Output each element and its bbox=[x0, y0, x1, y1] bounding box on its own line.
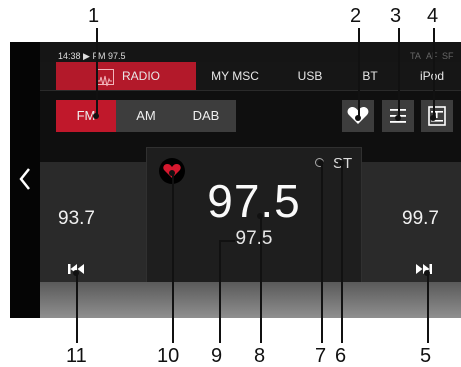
leader-dot-7 bbox=[318, 160, 324, 166]
status-flag-af: AF bbox=[426, 51, 438, 61]
band-am-button[interactable]: AM bbox=[116, 100, 176, 132]
status-flag-sf: SF bbox=[442, 51, 454, 61]
left-rail bbox=[10, 42, 40, 318]
callout-11: 11 bbox=[66, 345, 87, 367]
next-station-frequency: 99.7 bbox=[402, 208, 439, 229]
chevron-left-icon[interactable] bbox=[16, 166, 34, 192]
leader-dot-5 bbox=[424, 270, 430, 276]
leader-dot-3 bbox=[395, 115, 401, 121]
radio-screen: 14:38 ▶ FM 97.5 TA AF SF RADIO MY MSC US… bbox=[10, 42, 461, 318]
leader-line-9-h bbox=[219, 240, 235, 242]
radio-text-button[interactable] bbox=[421, 100, 453, 132]
rds-station-text: 97.5 bbox=[235, 228, 273, 249]
callout-2: 2 bbox=[350, 5, 362, 27]
text-info-icon bbox=[428, 106, 446, 126]
callout-8: 8 bbox=[254, 345, 266, 367]
band-dab-button[interactable]: DAB bbox=[176, 100, 236, 132]
leader-line-6 bbox=[341, 163, 343, 343]
status-clock-station: 14:38 ▶ FM 97.5 bbox=[58, 51, 126, 61]
previous-station-frequency: 93.7 bbox=[58, 208, 95, 229]
next-station-panel[interactable]: 99.7 bbox=[362, 162, 461, 286]
callout-7: 7 bbox=[315, 345, 327, 367]
leader-line-4 bbox=[433, 28, 435, 118]
leader-dot-6 bbox=[338, 160, 344, 166]
leader-dot-1 bbox=[93, 113, 99, 119]
leader-dot-8 bbox=[257, 213, 263, 219]
callout-6: 6 bbox=[335, 345, 347, 367]
leader-line-2 bbox=[358, 28, 360, 118]
callout-4: 4 bbox=[427, 5, 439, 27]
tab-radio[interactable]: RADIO bbox=[56, 62, 196, 90]
leader-dot-4 bbox=[430, 115, 436, 121]
tab-radio-label: RADIO bbox=[122, 69, 161, 83]
leader-dot-11 bbox=[73, 270, 79, 276]
leader-line-9 bbox=[219, 240, 221, 343]
band-fm-button[interactable]: FM bbox=[56, 100, 116, 132]
leader-line-7 bbox=[321, 163, 323, 343]
callout-3: 3 bbox=[390, 5, 402, 27]
tab-ipod[interactable]: iPod bbox=[402, 62, 461, 90]
leader-line-8 bbox=[260, 216, 262, 343]
leader-line-5 bbox=[427, 273, 429, 343]
screen-bottom-gradient bbox=[40, 282, 461, 318]
leader-line-11 bbox=[76, 273, 78, 343]
previous-station-panel[interactable]: 93.7 bbox=[40, 162, 158, 286]
callout-1: 1 bbox=[88, 5, 100, 27]
leader-dot-10 bbox=[169, 170, 175, 176]
current-frequency: 97.5 bbox=[207, 175, 301, 227]
tab-my-msc[interactable]: MY MSC bbox=[200, 62, 270, 90]
callout-10: 10 bbox=[157, 345, 180, 367]
status-flag-ta: TA bbox=[410, 51, 421, 61]
callout-9: 9 bbox=[211, 345, 223, 367]
leader-line-10 bbox=[172, 173, 174, 343]
tab-usb[interactable]: USB bbox=[280, 62, 340, 90]
callout-5: 5 bbox=[420, 345, 432, 367]
tab-bt[interactable]: BT bbox=[340, 62, 400, 90]
leader-line-1 bbox=[96, 28, 98, 116]
current-station-panel: ST 97.5 97.5 bbox=[146, 147, 362, 289]
radio-wave-icon bbox=[96, 69, 114, 87]
leader-dot-2 bbox=[355, 115, 361, 121]
leader-line-3 bbox=[398, 28, 400, 118]
